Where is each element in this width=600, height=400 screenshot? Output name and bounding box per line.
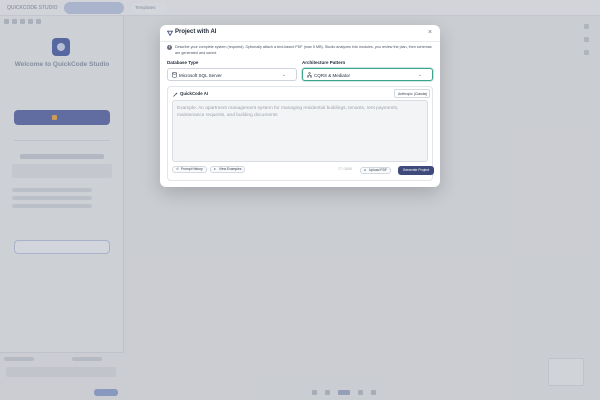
close-icon[interactable]: × xyxy=(426,28,434,37)
paperclip-icon: ⌀ xyxy=(364,168,366,172)
generate-project-button[interactable]: Generate Project xyxy=(398,166,434,175)
character-counter: 77 / 2000 xyxy=(338,167,352,171)
architecture-pattern-select[interactable]: CQRS & Mediator ⌄ xyxy=(302,68,433,81)
history-icon: ↺ xyxy=(176,167,179,171)
view-examples-button[interactable]: ♦ View Examples xyxy=(210,166,246,173)
project-description-input[interactable] xyxy=(172,100,428,162)
architecture-pattern-label: Architecture Pattern xyxy=(302,60,346,65)
chevron-down-icon: ⌄ xyxy=(417,72,422,78)
architecture-pattern-value: CQRS & Mediator xyxy=(314,72,351,78)
info-icon: i xyxy=(167,45,172,50)
quickcode-ai-panel: QuickCode AI Anthropic (Claude) ⌄ ↺Promp… xyxy=(167,86,434,181)
project-with-ai-dialog: Project with AI × i Describe your comple… xyxy=(160,25,440,187)
prompt-history-label: Prompt History xyxy=(181,167,203,171)
dialog-header: Project with AI × xyxy=(160,25,440,42)
dialog-info-text: Describe your complete system (required)… xyxy=(175,45,432,55)
database-type-value: Microsoft SQL Server xyxy=(179,72,222,78)
magic-wand-icon xyxy=(173,92,178,97)
ai-provider-select[interactable]: Anthropic (Claude) ⌄ xyxy=(394,89,430,98)
prompt-history-button[interactable]: ↺ Prompt History xyxy=(172,166,207,173)
database-type-label: Database Type xyxy=(167,60,199,65)
sparkle-icon xyxy=(167,30,173,36)
lightbulb-icon: ♦ xyxy=(214,167,216,171)
chevron-down-icon: ⌄ xyxy=(281,72,286,78)
chevron-down-icon: ⌄ xyxy=(423,91,427,96)
database-icon xyxy=(172,72,177,78)
quickcode-ai-label: QuickCode AI xyxy=(180,91,209,96)
view-examples-label: View Examples xyxy=(219,167,242,171)
upload-pdf-label: Upload PDF xyxy=(369,168,387,172)
upload-pdf-button[interactable]: ⌀ Upload PDF xyxy=(360,167,391,174)
dialog-title: Project with AI xyxy=(175,29,217,35)
database-type-select[interactable]: Microsoft SQL Server ⌄ xyxy=(167,68,297,81)
network-icon xyxy=(307,72,312,78)
